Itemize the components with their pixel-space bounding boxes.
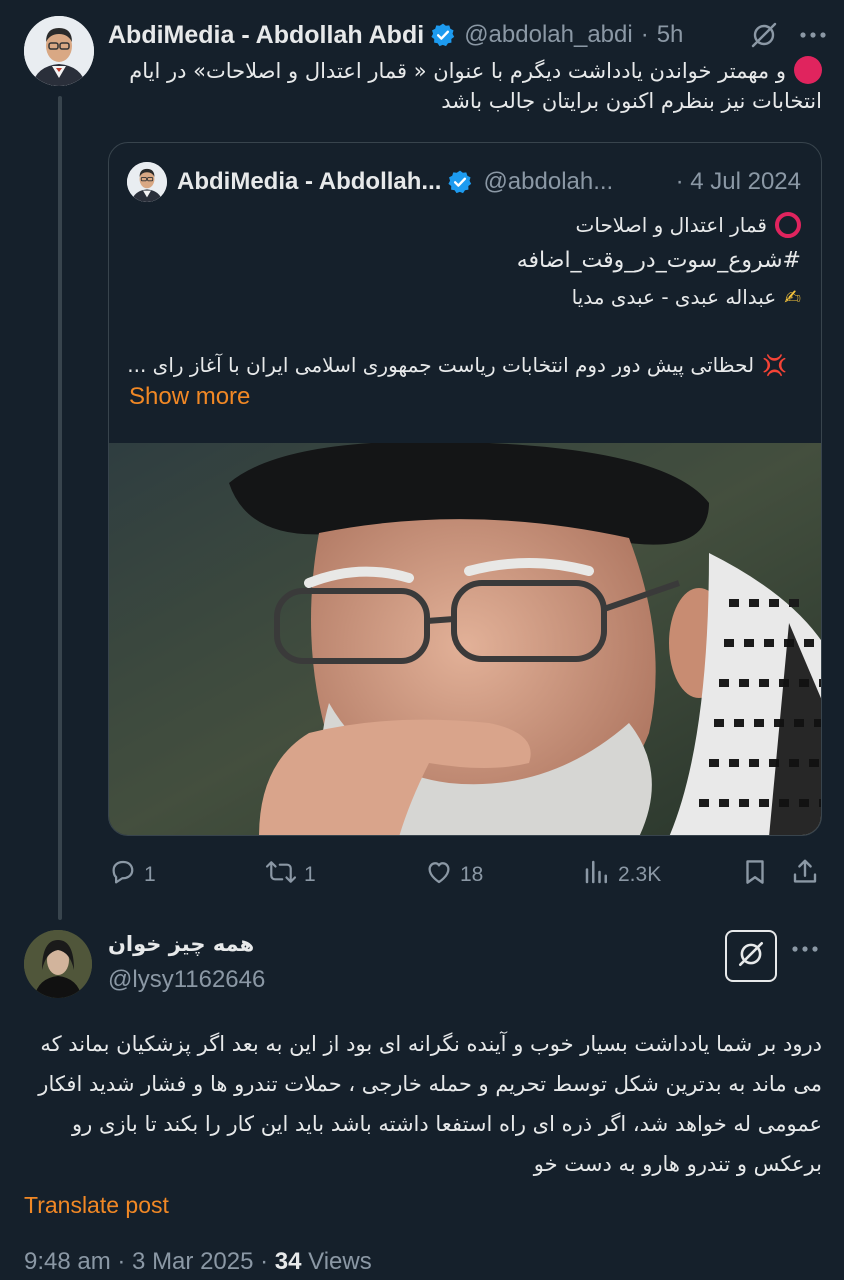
views-button[interactable]: 2.3K — [582, 854, 661, 896]
show-more-link[interactable]: Show more — [129, 383, 250, 411]
grok-button[interactable] — [725, 930, 777, 982]
like-icon — [424, 857, 460, 893]
reply-author-avatar[interactable] — [24, 930, 92, 998]
quoted-post-image[interactable] — [109, 441, 821, 835]
author-name[interactable]: AbdiMedia - Abdollah Abdi — [108, 21, 424, 50]
repost-button[interactable]: 1 — [264, 854, 316, 896]
author-handle[interactable]: @abdolah_abdi — [464, 21, 633, 49]
reply-button[interactable]: 1 — [108, 854, 156, 896]
quoted-author-handle: @abdolah... — [483, 168, 614, 195]
like-button[interactable]: 18 — [424, 854, 483, 896]
bookmark-button[interactable] — [740, 854, 776, 896]
red-circle-icon — [794, 56, 822, 84]
writing-hand-icon: ✍ — [784, 285, 801, 309]
post-text: و مهمتر خواندن یادداشت دیگرم با عنوان « … — [108, 56, 822, 116]
share-icon — [790, 857, 826, 893]
quoted-hashtag[interactable]: #شروع_سوت_در_وقت_اضافه — [129, 243, 801, 279]
quoted-line-title: قمار اعتدال و اصلاحات — [129, 207, 801, 243]
quoted-paragraph: 💢لحظاتی پیش دور دوم انتخابات ریاست جمهور… — [129, 353, 787, 377]
post-action-bar: 1 1 18 2.3K — [108, 854, 824, 896]
quoted-post-date: · 4 Jul 2024 — [675, 168, 801, 195]
thread-connector-line — [58, 96, 62, 920]
anger-icon: 💢 — [762, 353, 787, 377]
verified-badge-icon — [430, 22, 456, 48]
quoted-byline: ✍عبداله عبدی - عبدی مدیا — [571, 285, 801, 309]
post-body: و مهمتر خواندن یادداشت دیگرم با عنوان « … — [129, 59, 822, 113]
more-icon[interactable] — [800, 31, 826, 39]
views-label: Views — [301, 1248, 372, 1275]
reply-metadata: 9:48 am · 3 Mar 2025 · 34 Views — [24, 1248, 372, 1276]
reply-timestamp[interactable]: 9:48 am · 3 Mar 2025 · — [24, 1248, 275, 1275]
repost-icon — [264, 857, 304, 893]
dot-separator: · — [640, 21, 649, 48]
quoted-post-header: AbdiMedia - Abdollah... @abdolah... · 4 … — [127, 161, 801, 203]
reply-icon — [108, 857, 144, 893]
grok-icon — [736, 939, 766, 974]
views-count: 34 — [274, 1248, 302, 1275]
hollow-red-circle-icon — [775, 212, 801, 238]
like-count: 18 — [460, 863, 484, 886]
grok-icon[interactable] — [750, 21, 778, 49]
views-icon — [582, 857, 618, 893]
verified-badge-icon — [447, 169, 473, 195]
reply-author-handle[interactable]: @lysy1162646 — [108, 966, 265, 994]
quoted-author-avatar — [127, 162, 167, 202]
more-icon[interactable] — [792, 940, 818, 958]
quoted-post-card[interactable]: AbdiMedia - Abdollah... @abdolah... · 4 … — [108, 142, 822, 836]
author-avatar[interactable] — [24, 16, 94, 86]
bookmark-icon — [740, 857, 776, 893]
repost-count: 1 — [304, 863, 316, 886]
post-time[interactable]: 5h — [657, 21, 684, 49]
views-count: 2.3K — [618, 863, 662, 886]
quoted-post-lines: قمار اعتدال و اصلاحات #شروع_سوت_در_وقت_ا… — [129, 207, 801, 315]
reply-count: 1 — [144, 863, 156, 886]
translate-post-link[interactable]: Translate post — [24, 1192, 169, 1219]
reply-body: درود بر شما یادداشت بسیار خوب و آینده نگ… — [38, 1032, 822, 1176]
post-header: AbdiMedia - Abdollah Abdi @abdolah_abdi … — [108, 18, 826, 52]
share-button[interactable] — [790, 854, 826, 896]
quoted-author-name: AbdiMedia - Abdollah... — [177, 168, 442, 195]
reply-author-name[interactable]: همه چیز خوان — [108, 932, 254, 956]
